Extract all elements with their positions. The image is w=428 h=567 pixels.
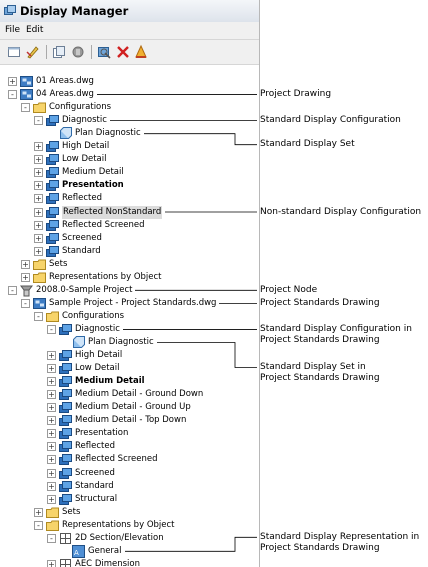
callout-lines <box>97 94 257 552</box>
annotation-label: Standard Display Representation in Projec… <box>260 532 419 554</box>
annotation-label: Project Standards Drawing <box>260 298 380 309</box>
annotation-line: Standard Display Representation in <box>260 531 420 542</box>
annotation-label: Standard Display Set in Project Standards… <box>260 362 380 384</box>
callout-line <box>125 536 257 552</box>
annotation-line: Standard Display Configuration <box>260 115 401 126</box>
annotation-line: Project Standards Drawing <box>260 297 380 308</box>
annotation-line: Project Drawing <box>260 89 332 100</box>
annotation-line: Project Standards Drawing <box>260 373 380 383</box>
annotation-line: Standard Display Configuration in <box>260 323 412 334</box>
annotation-line: Project Standards Drawing <box>260 334 380 345</box>
annotation-label: Project Node <box>260 285 317 296</box>
callout-line <box>144 133 257 146</box>
annotation-line: Non-standard Display Configuration <box>260 206 422 217</box>
annotation-line: Standard Display Set in <box>260 362 366 372</box>
callout-line <box>157 342 257 368</box>
annotation-label: Project Drawing <box>260 89 331 100</box>
annotation-label: Standard Display Configuration in Project… <box>260 324 412 346</box>
annotation-line: Standard Display Set <box>260 139 355 150</box>
annotation-line: Project Standards Drawing <box>260 542 380 553</box>
annotation-label: Standard Display Set <box>260 139 355 150</box>
annotation-line: Project Node <box>260 284 318 295</box>
annotation-label: Non-standard Display Configuration <box>260 207 421 218</box>
annotation-label: Standard Display Configuration <box>260 115 401 126</box>
